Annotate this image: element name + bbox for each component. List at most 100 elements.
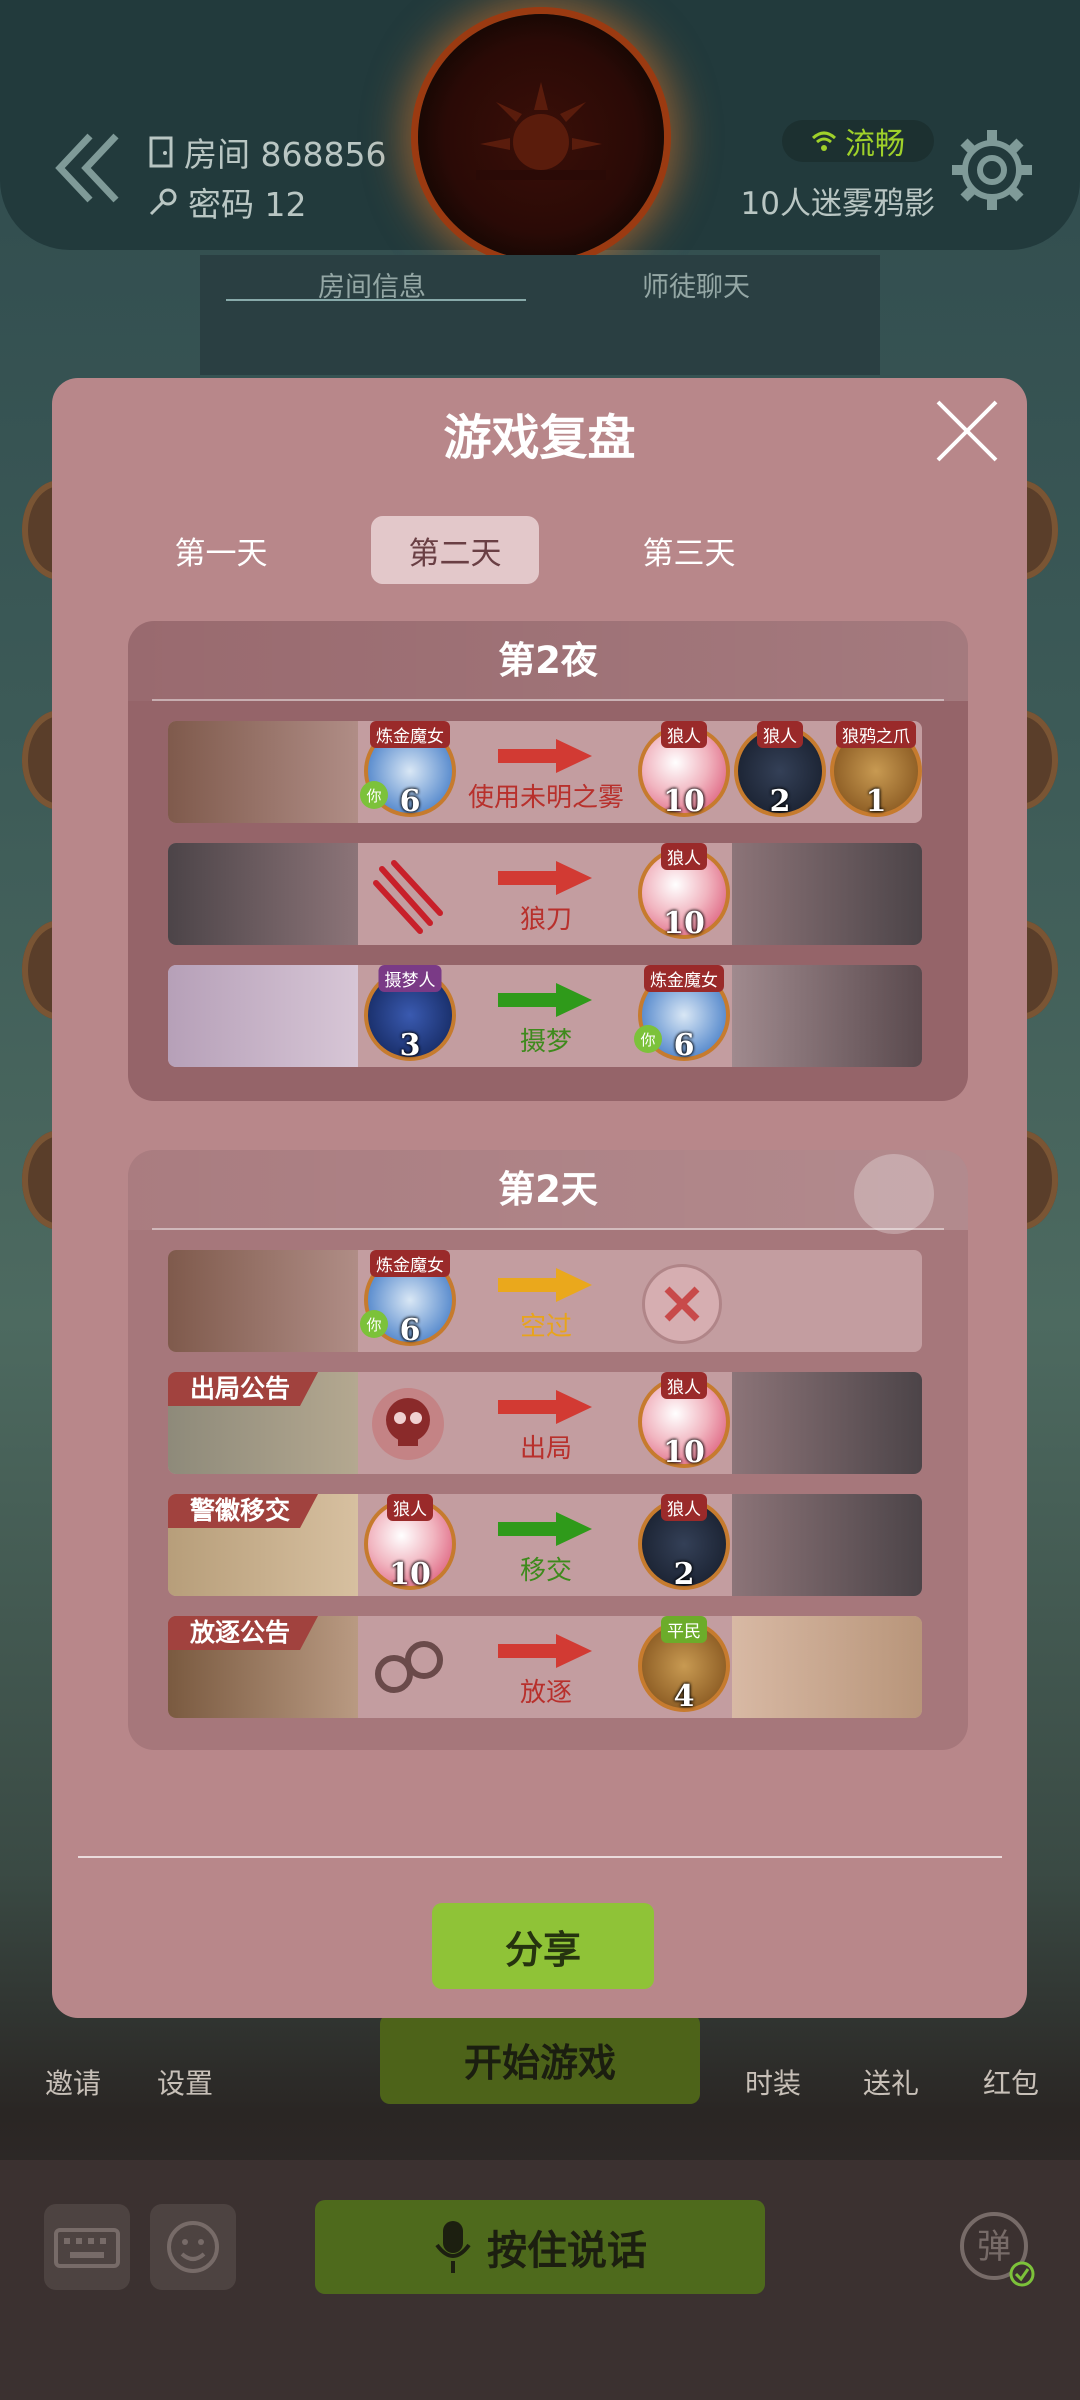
seat-number: 10 — [663, 1435, 705, 1470]
divider — [152, 1228, 944, 1230]
role-tag: 狼鸦之爪 — [836, 721, 916, 748]
role-tag: 狼人 — [661, 1494, 707, 1521]
red-packet-label: 红包 — [982, 2067, 1039, 2100]
wolf-portrait — [732, 1372, 922, 1474]
sun-icon — [476, 82, 606, 180]
seat-number: 2 — [673, 1557, 695, 1592]
close-icon[interactable] — [932, 396, 1002, 466]
keyboard-button[interactable] — [44, 2204, 130, 2290]
gear-icon[interactable] — [948, 126, 1036, 214]
gift-button[interactable]: 送礼 — [846, 2010, 936, 2102]
announcement-banner: 放逐公告 — [168, 1616, 319, 1650]
costume-button[interactable]: 时装 — [728, 2010, 818, 2102]
action-label: 狼刀 — [519, 905, 572, 935]
tab-mentor-chat[interactable]: 师徒聊天 — [642, 265, 750, 304]
seat-number: 2 — [769, 784, 791, 819]
emoji-button[interactable] — [150, 2204, 236, 2290]
gift-label: 送礼 — [862, 2067, 919, 2100]
red-packet-button[interactable]: 红包 — [966, 2010, 1056, 2102]
event-row: 炼金魔女 你 6 使用未明之雾 狼人 10 狼人 2 狼鸦之爪 1 — [168, 721, 922, 823]
event-row: 放逐公告 放逐 平民 4 — [168, 1616, 922, 1718]
invite-button[interactable]: 邀请 — [28, 2010, 118, 2102]
red-arrow-icon — [498, 1390, 592, 1424]
divider — [152, 699, 944, 701]
game-replay-dialog: 游戏复盘 第一天 第二天 第三天 第2夜 炼金魔女 你 6 使用未明之雾 狼人 … — [52, 378, 1027, 2018]
tab-day-1[interactable]: 第一天 — [137, 516, 305, 584]
settings-button[interactable]: 设置 — [140, 2010, 230, 2102]
green-arrow-icon — [498, 983, 592, 1017]
action-label: 使用未明之雾 — [467, 783, 624, 813]
witch-portrait — [168, 721, 358, 823]
invite-label: 邀请 — [44, 2067, 101, 2100]
seat-number: 10 — [663, 784, 705, 819]
key-icon — [149, 188, 177, 216]
network-status-label: 流畅 — [845, 127, 905, 162]
action-label: 移交 — [519, 1556, 572, 1586]
role-tag: 狼人 — [757, 721, 803, 748]
role-tag: 狼人 — [387, 1494, 433, 1521]
settings-label: 设置 — [156, 2067, 213, 2100]
event-row: 摄梦人 3 摄梦 炼金魔女 你 6 — [168, 965, 922, 1067]
danmu-toggle[interactable]: 弹 — [958, 2210, 1036, 2288]
role-tag: 炼金魔女 — [370, 721, 450, 748]
hold-to-talk-button[interactable]: 按住说话 — [315, 2200, 765, 2294]
start-game-button[interactable]: 开始游戏 — [380, 2014, 700, 2104]
tab-day-2[interactable]: 第二天 — [371, 516, 539, 584]
danmu-label: 弹 — [977, 2227, 1011, 2267]
dialog-title: 游戏复盘 — [443, 410, 636, 466]
witch-portrait — [732, 965, 922, 1067]
player-avatar[interactable]: 狼人 10 — [638, 1372, 730, 1470]
player-avatar[interactable]: 狼人 2 — [638, 1494, 730, 1592]
event-row: 狼刀 狼人 10 — [168, 843, 922, 945]
room-tabs: 房间信息 师徒聊天 — [200, 255, 880, 375]
green-arrow-icon — [498, 1512, 592, 1546]
smile-icon — [167, 2221, 219, 2273]
event-row: 炼金魔女 你 6 空过 — [168, 1250, 922, 1352]
role-tag: 炼金魔女 — [370, 1250, 450, 1277]
game-mode-label: 10人迷雾鸦影 — [740, 186, 935, 222]
seat-number: 10 — [663, 906, 705, 941]
wolf-portrait — [732, 843, 922, 945]
costume-label: 时装 — [744, 2067, 801, 2100]
announcement-banner: 警徽移交 — [168, 1494, 319, 1528]
share-button[interactable]: 分享 — [432, 1903, 654, 1989]
role-tag: 狼人 — [661, 721, 707, 748]
room-number-label: 房间 868856 — [184, 135, 387, 174]
role-tag: 狼人 — [661, 1372, 707, 1399]
day-section: 第2天 炼金魔女 你 6 空过 出局公告 出局 狼人 10 警徽移交 狼人 10… — [128, 1150, 968, 1750]
room-number: 房间 868856 — [148, 128, 386, 176]
player-avatar[interactable]: 狼人 2 — [734, 721, 826, 819]
red-arrow-icon — [498, 1634, 592, 1668]
player-avatar[interactable]: 狼鸦之爪 1 — [830, 721, 922, 819]
player-avatar[interactable]: 狼人 10 — [638, 721, 730, 819]
action-label: 放逐 — [519, 1678, 572, 1708]
role-tag: 平民 — [661, 1616, 707, 1643]
night-section-title: 第2夜 — [128, 621, 968, 701]
microphone-icon — [435, 2221, 471, 2273]
chevron-double-left-icon[interactable] — [52, 128, 122, 208]
announcement-banner: 出局公告 — [168, 1372, 319, 1406]
action-label: 空过 — [519, 1312, 572, 1342]
red-arrow-icon — [498, 739, 592, 773]
action-label: 摄梦 — [519, 1027, 572, 1057]
keyboard-icon — [54, 2228, 120, 2268]
player-avatar[interactable]: 炼金魔女 你 6 — [634, 965, 730, 1063]
player-avatar[interactable]: 平民 4 — [638, 1616, 730, 1714]
action-label: 出局 — [519, 1434, 572, 1464]
seat-number: 1 — [865, 784, 887, 819]
player-avatar[interactable]: 狼人 10 — [638, 843, 730, 941]
yellow-arrow-icon — [498, 1268, 592, 1302]
wolf-portrait — [168, 843, 358, 945]
day-section-title: 第2天 — [128, 1150, 968, 1230]
divider — [78, 1856, 1002, 1858]
night-section: 第2夜 炼金魔女 你 6 使用未明之雾 狼人 10 狼人 2 狼鸦之爪 1 狼刀… — [128, 621, 968, 1101]
wifi-icon — [811, 131, 837, 151]
witch-portrait — [168, 1250, 358, 1352]
seat-number: 6 — [673, 1028, 695, 1063]
tab-day-3[interactable]: 第三天 — [605, 516, 773, 584]
door-icon — [149, 136, 173, 168]
network-status: 流畅 — [782, 120, 934, 162]
role-tag: 摄梦人 — [378, 965, 442, 992]
active-tab-underline — [226, 299, 526, 301]
event-row: 出局公告 出局 狼人 10 — [168, 1372, 922, 1474]
